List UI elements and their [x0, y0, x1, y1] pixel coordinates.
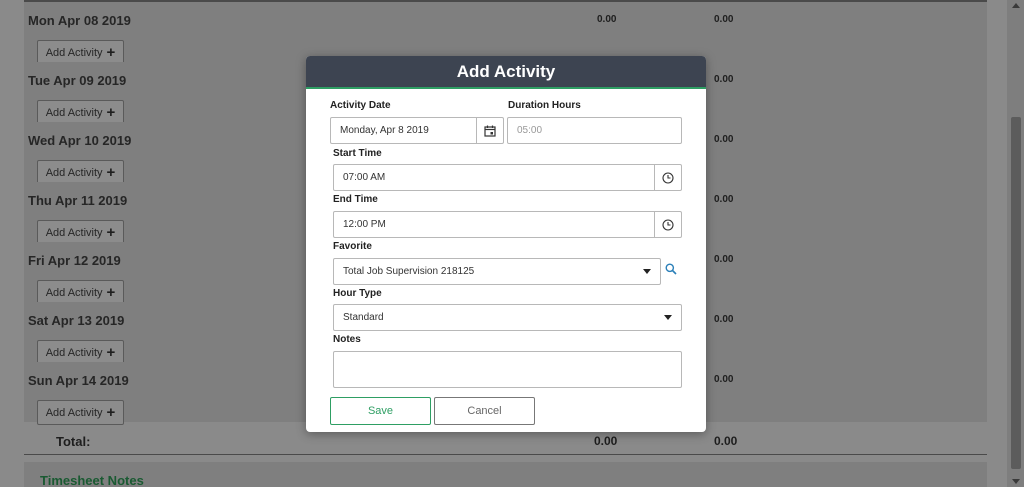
day-title: Sat Apr 13 2019 [28, 313, 125, 328]
timesheet-notes-section: Timesheet Notes [24, 462, 987, 487]
duration-hours-field[interactable]: 05:00 [507, 117, 682, 144]
day-value: 0.00 [714, 74, 734, 85]
day-value: 0.00 [597, 14, 617, 25]
save-button[interactable]: Save [330, 397, 431, 425]
cancel-button[interactable]: Cancel [434, 397, 535, 425]
modal-header: Add Activity [306, 56, 706, 89]
day-value: 0.00 [714, 194, 734, 205]
day-row: Mon Apr 08 2019 0.00 0.00 Add Activity + [24, 2, 987, 65]
day-value: 0.00 [714, 254, 734, 265]
day-title: Mon Apr 08 2019 [28, 13, 131, 28]
scrollbar[interactable] [1007, 0, 1024, 487]
plus-icon: + [106, 224, 116, 241]
total-value: 0.00 [594, 434, 618, 448]
total-label: Total: [56, 434, 91, 449]
hour-type-label: Hour Type [333, 288, 382, 299]
day-value: 0.00 [714, 314, 734, 325]
day-title: Thu Apr 11 2019 [28, 193, 128, 208]
notes-textarea[interactable] [333, 351, 682, 388]
scroll-down-icon[interactable] [1012, 479, 1020, 484]
end-time-field[interactable]: 12:00 PM [333, 211, 682, 238]
start-time-label: Start Time [333, 148, 382, 159]
hour-type-select[interactable]: Standard [333, 304, 682, 331]
search-icon[interactable] [665, 263, 677, 275]
chevron-down-icon [643, 269, 651, 274]
add-activity-label: Add Activity [45, 286, 103, 299]
plus-icon: + [106, 284, 116, 301]
activity-date-label: Activity Date [330, 100, 391, 111]
start-time-clock-button[interactable] [654, 165, 681, 190]
day-value: 0.00 [714, 374, 734, 385]
calendar-icon [484, 125, 496, 137]
duration-hours-placeholder: 05:00 [517, 125, 543, 136]
end-time-value: 12:00 PM [343, 219, 386, 230]
add-activity-label: Add Activity [45, 406, 103, 419]
chevron-down-icon [664, 315, 672, 320]
day-title: Fri Apr 12 2019 [28, 253, 121, 268]
scroll-up-icon[interactable] [1012, 3, 1020, 8]
timesheet-notes-title: Timesheet Notes [40, 473, 144, 487]
plus-icon: + [106, 404, 116, 421]
total-value: 0.00 [714, 434, 738, 448]
add-activity-label: Add Activity [45, 106, 103, 119]
add-activity-label: Add Activity [45, 226, 103, 239]
favorite-value: Total Job Supervision 218125 [343, 266, 475, 277]
clock-icon [662, 171, 674, 184]
start-time-value: 07:00 AM [343, 172, 386, 183]
day-title: Tue Apr 09 2019 [28, 73, 127, 88]
start-time-field[interactable]: 07:00 AM [333, 164, 682, 191]
clock-icon [662, 218, 674, 231]
activity-date-value: Monday, Apr 8 2019 [340, 125, 429, 136]
favorite-label: Favorite [333, 241, 372, 252]
duration-hours-label: Duration Hours [508, 100, 581, 111]
day-value: 0.00 [714, 14, 734, 25]
day-title: Wed Apr 10 2019 [28, 133, 132, 148]
add-activity-label: Add Activity [45, 346, 103, 359]
plus-icon: + [106, 44, 116, 61]
add-activity-label: Add Activity [45, 46, 103, 59]
add-activity-label: Add Activity [45, 166, 103, 179]
activity-date-field[interactable]: Monday, Apr 8 2019 [330, 117, 504, 144]
hour-type-value: Standard [343, 312, 384, 323]
plus-icon: + [106, 104, 116, 121]
favorite-select[interactable]: Total Job Supervision 218125 [333, 258, 661, 285]
add-activity-modal: Add Activity Activity Date Monday, Apr 8… [306, 56, 706, 432]
plus-icon: + [106, 344, 116, 361]
plus-icon: + [106, 164, 116, 181]
calendar-button[interactable] [476, 118, 503, 143]
scrollbar-thumb[interactable] [1011, 117, 1021, 469]
notes-label: Notes [333, 334, 361, 345]
end-time-clock-button[interactable] [654, 212, 681, 237]
add-activity-button[interactable]: Add Activity + [37, 400, 124, 425]
day-title: Sun Apr 14 2019 [28, 373, 129, 388]
end-time-label: End Time [333, 194, 378, 205]
day-value: 0.00 [714, 134, 734, 145]
modal-title: Add Activity [456, 61, 556, 81]
